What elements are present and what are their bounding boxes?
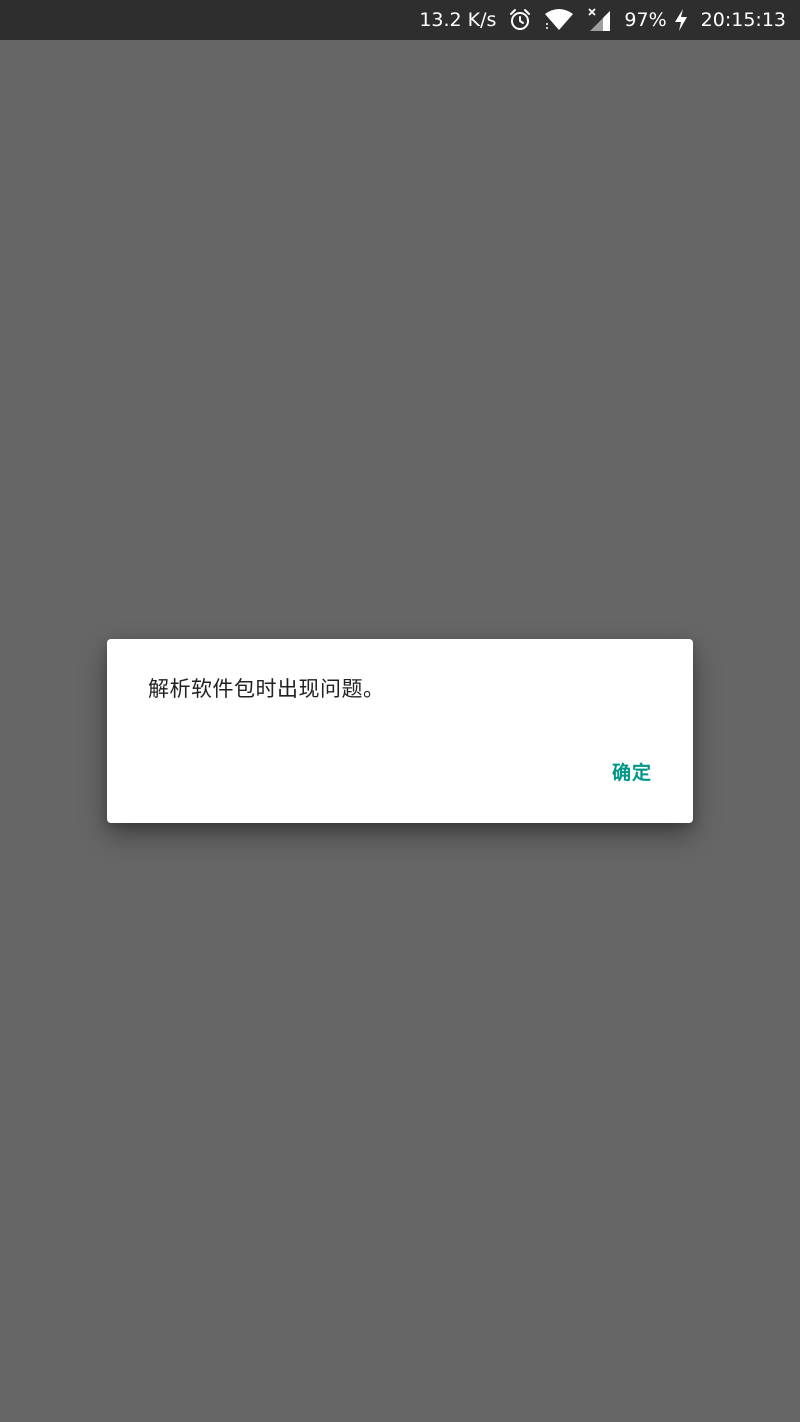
- charging-icon: [673, 8, 689, 32]
- confirm-button[interactable]: 确定: [612, 758, 652, 785]
- wifi-icon: [544, 8, 574, 32]
- alarm-icon: [508, 8, 532, 32]
- dialog-message: 解析软件包时出现问题。: [148, 677, 385, 701]
- error-dialog: 解析软件包时出现问题。 确定: [107, 639, 693, 823]
- status-bar: 13.2 K/s 97% 20:15:13: [0, 0, 800, 40]
- clock: 20:15:13: [700, 9, 786, 31]
- cellular-no-service-icon: [586, 7, 612, 33]
- battery-percent: 97%: [624, 9, 667, 31]
- network-speed: 13.2 K/s: [419, 9, 497, 31]
